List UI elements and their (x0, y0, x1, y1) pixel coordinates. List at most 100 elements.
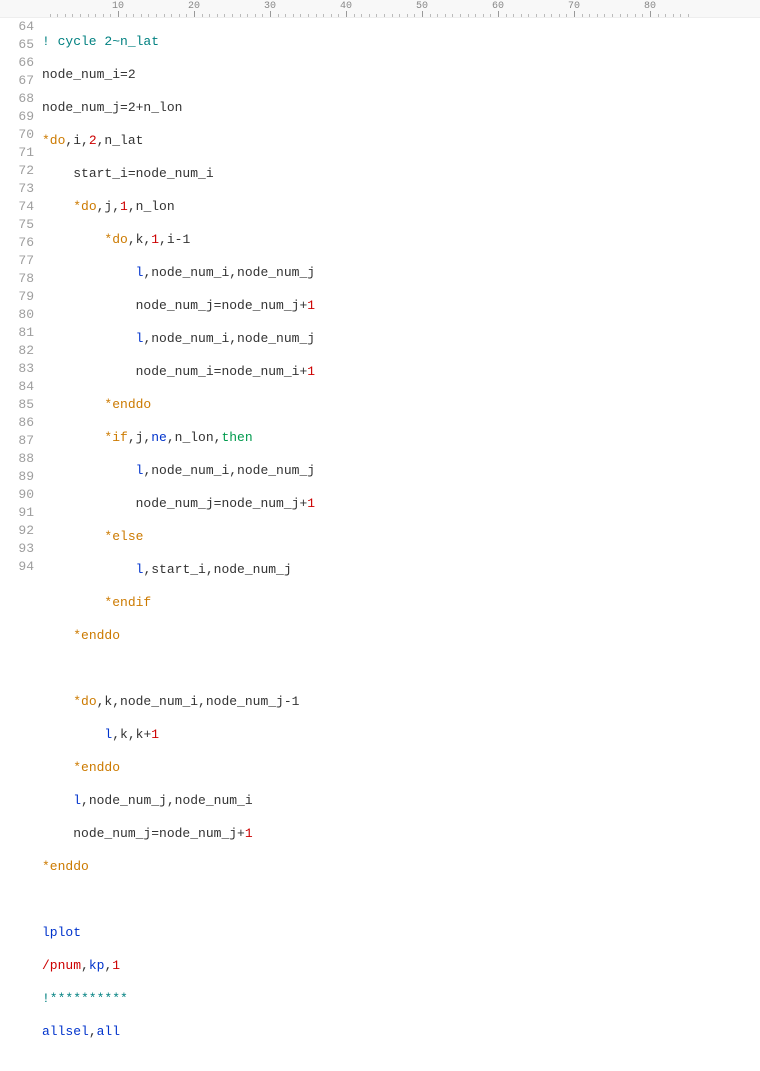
line-number: 85 (0, 396, 34, 414)
arg-all: all (97, 1024, 120, 1039)
line-number: 69 (0, 108, 34, 126)
code-text: ,i-1 (159, 232, 190, 247)
code-text: ,start_i,node_num_j (143, 562, 291, 577)
line-number: 91 (0, 504, 34, 522)
comment: ! cycle 2~n_lat (42, 34, 159, 49)
line-number: 88 (0, 450, 34, 468)
code-line: *enddo (42, 627, 760, 645)
code-line: lplot (42, 924, 760, 942)
line-number: 87 (0, 432, 34, 450)
keyword-enddo: *enddo (73, 628, 120, 643)
code-text: ,node_num_i,node_num_j (143, 265, 315, 280)
line-number: 82 (0, 342, 34, 360)
keyword-enddo: *enddo (73, 760, 120, 775)
code-line: /pnum,kp,1 (42, 957, 760, 975)
code-text: start_i=node_num_i (73, 166, 213, 181)
code-text: ,j, (97, 199, 120, 214)
keyword-if: *if (104, 430, 127, 445)
code-area[interactable]: ! cycle 2~n_lat node_num_i=2 node_num_j=… (42, 18, 760, 1071)
keyword-then: then (221, 430, 252, 445)
keyword-enddo: *enddo (104, 397, 151, 412)
line-number: 92 (0, 522, 34, 540)
line-number: 64 (0, 18, 34, 36)
code-line: ! cycle 2~n_lat (42, 33, 760, 51)
code-line: l,node_num_i,node_num_j (42, 264, 760, 282)
arg-kp: kp (89, 958, 105, 973)
code-line: l,node_num_j,node_num_i (42, 792, 760, 810)
code-line: node_num_i=2 (42, 66, 760, 84)
line-number: 67 (0, 72, 34, 90)
code-line: node_num_j=node_num_j+1 (42, 297, 760, 315)
code-text: ,i, (65, 133, 88, 148)
ruler-label: 40 (340, 1, 352, 12)
ruler-label: 30 (264, 1, 276, 12)
keyword-enddo: *enddo (42, 859, 89, 874)
line-number: 86 (0, 414, 34, 432)
line-number: 71 (0, 144, 34, 162)
line-number: 68 (0, 90, 34, 108)
code-text: , (104, 958, 112, 973)
line-number: 72 (0, 162, 34, 180)
line-number: 75 (0, 216, 34, 234)
code-text: node_num_i=2 (42, 67, 136, 82)
code-line: *else (42, 528, 760, 546)
line-number: 80 (0, 306, 34, 324)
line-number: 90 (0, 486, 34, 504)
code-line: !********** (42, 990, 760, 1008)
code-line: *enddo (42, 858, 760, 876)
cmd-allsel: allsel (42, 1024, 89, 1039)
code-line: *do,j,1,n_lon (42, 198, 760, 216)
code-line: l,start_i,node_num_j (42, 561, 760, 579)
number: 1 (307, 298, 315, 313)
line-number: 78 (0, 270, 34, 288)
line-number: 77 (0, 252, 34, 270)
line-number: 94 (0, 558, 34, 576)
cmd-l: l (73, 793, 81, 808)
code-line: start_i=node_num_i (42, 165, 760, 183)
code-editor: 6465666768697071727374757677787980818283… (0, 18, 760, 1071)
line-number: 89 (0, 468, 34, 486)
code-line: *do,k,1,i-1 (42, 231, 760, 249)
number: 1 (151, 232, 159, 247)
keyword-do: *do (73, 694, 96, 709)
code-line: node_num_j=node_num_j+1 (42, 495, 760, 513)
code-text: ,n_lon (128, 199, 175, 214)
code-line: *do,k,node_num_i,node_num_j-1 (42, 693, 760, 711)
keyword-else: *else (104, 529, 143, 544)
code-text: ,n_lon, (167, 430, 222, 445)
cmd-l: l (104, 727, 112, 742)
ruler-label: 20 (188, 1, 200, 12)
keyword-do: *do (42, 133, 65, 148)
code-line: allsel,all (42, 1023, 760, 1041)
code-text: node_num_j=node_num_j+ (136, 496, 308, 511)
number: 1 (151, 727, 159, 742)
line-number: 76 (0, 234, 34, 252)
line-number: 74 (0, 198, 34, 216)
code-line: l,k,k+1 (42, 726, 760, 744)
line-number-gutter: 6465666768697071727374757677787980818283… (0, 18, 42, 576)
line-number: 73 (0, 180, 34, 198)
code-text: node_num_i=node_num_i+ (136, 364, 308, 379)
code-line: node_num_i=node_num_i+1 (42, 363, 760, 381)
code-line: l,node_num_i,node_num_j (42, 330, 760, 348)
ruler-label: 60 (492, 1, 504, 12)
code-text: ,k,k+ (112, 727, 151, 742)
line-number: 70 (0, 126, 34, 144)
code-line (42, 660, 760, 678)
code-text: , (81, 958, 89, 973)
cmd-pnum: /pnum (42, 958, 81, 973)
number: 1 (307, 364, 315, 379)
line-number: 83 (0, 360, 34, 378)
op-ne: ne (151, 430, 167, 445)
number: 2 (89, 133, 97, 148)
code-text: ,k, (128, 232, 151, 247)
code-line: *do,i,2,n_lat (42, 132, 760, 150)
code-line: node_num_j=2+n_lon (42, 99, 760, 117)
keyword-do: *do (104, 232, 127, 247)
number: 1 (245, 826, 253, 841)
code-text: ,j, (128, 430, 151, 445)
cmd-lplot: lplot (42, 925, 81, 940)
keyword-endif: *endif (104, 595, 151, 610)
code-text: ,n_lat (97, 133, 144, 148)
ruler-label: 80 (644, 1, 656, 12)
